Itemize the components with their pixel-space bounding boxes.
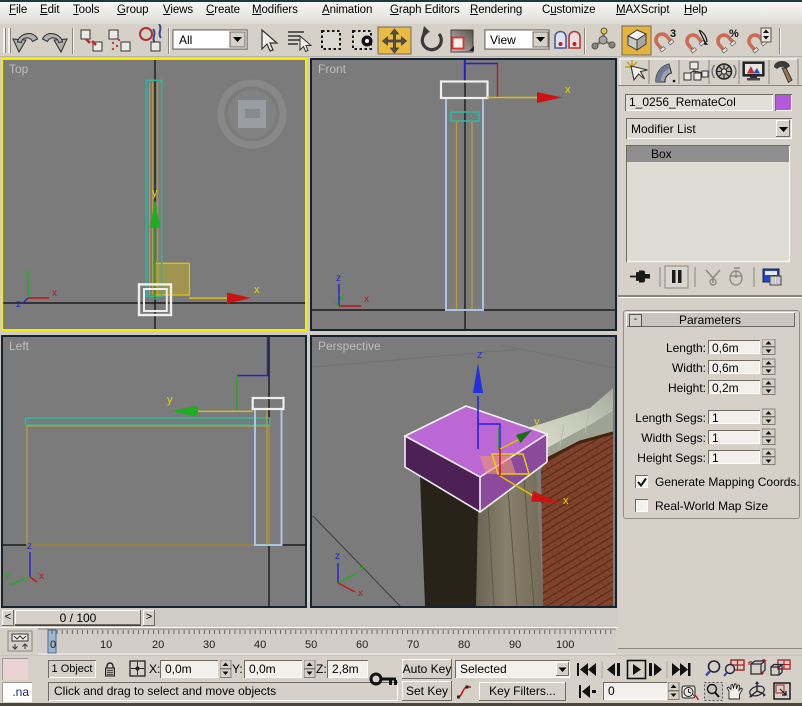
svg-text:y: y — [359, 562, 364, 573]
svg-text:z: z — [335, 551, 340, 562]
svg-text:y: y — [534, 416, 540, 428]
svg-text:x: x — [563, 495, 569, 507]
svg-text:20: 20 — [152, 639, 164, 651]
svg-text:x: x — [52, 288, 57, 299]
svg-text:80: 80 — [458, 639, 470, 651]
svg-text:z: z — [477, 349, 483, 361]
svg-text:y: y — [5, 569, 10, 580]
svg-text:40: 40 — [254, 639, 266, 651]
svg-text:y: y — [152, 187, 158, 199]
svg-text:%: % — [729, 28, 739, 40]
svg-text:x: x — [565, 84, 571, 96]
svg-text:10: 10 — [100, 639, 112, 651]
svg-text:x: x — [364, 294, 369, 305]
svg-text:z: z — [336, 273, 341, 284]
svg-text:View: View — [490, 33, 516, 47]
svg-text:100: 100 — [556, 639, 574, 651]
svg-text:x: x — [39, 571, 44, 582]
svg-text:y: y — [25, 267, 30, 278]
svg-text:y: y — [339, 292, 344, 303]
svg-text:30: 30 — [203, 639, 215, 651]
svg-text:All: All — [179, 33, 192, 47]
svg-text:70: 70 — [407, 639, 419, 651]
svg-text:0: 0 — [50, 639, 56, 651]
svg-text:z: z — [27, 541, 32, 552]
svg-text:z: z — [16, 299, 21, 310]
svg-text:3: 3 — [670, 28, 676, 40]
svg-text:50: 50 — [305, 639, 317, 651]
svg-text:60: 60 — [356, 639, 368, 651]
svg-text:y: y — [167, 394, 173, 406]
svg-text:x: x — [254, 284, 260, 296]
svg-text:90: 90 — [509, 639, 521, 651]
svg-text:x: x — [358, 588, 363, 599]
